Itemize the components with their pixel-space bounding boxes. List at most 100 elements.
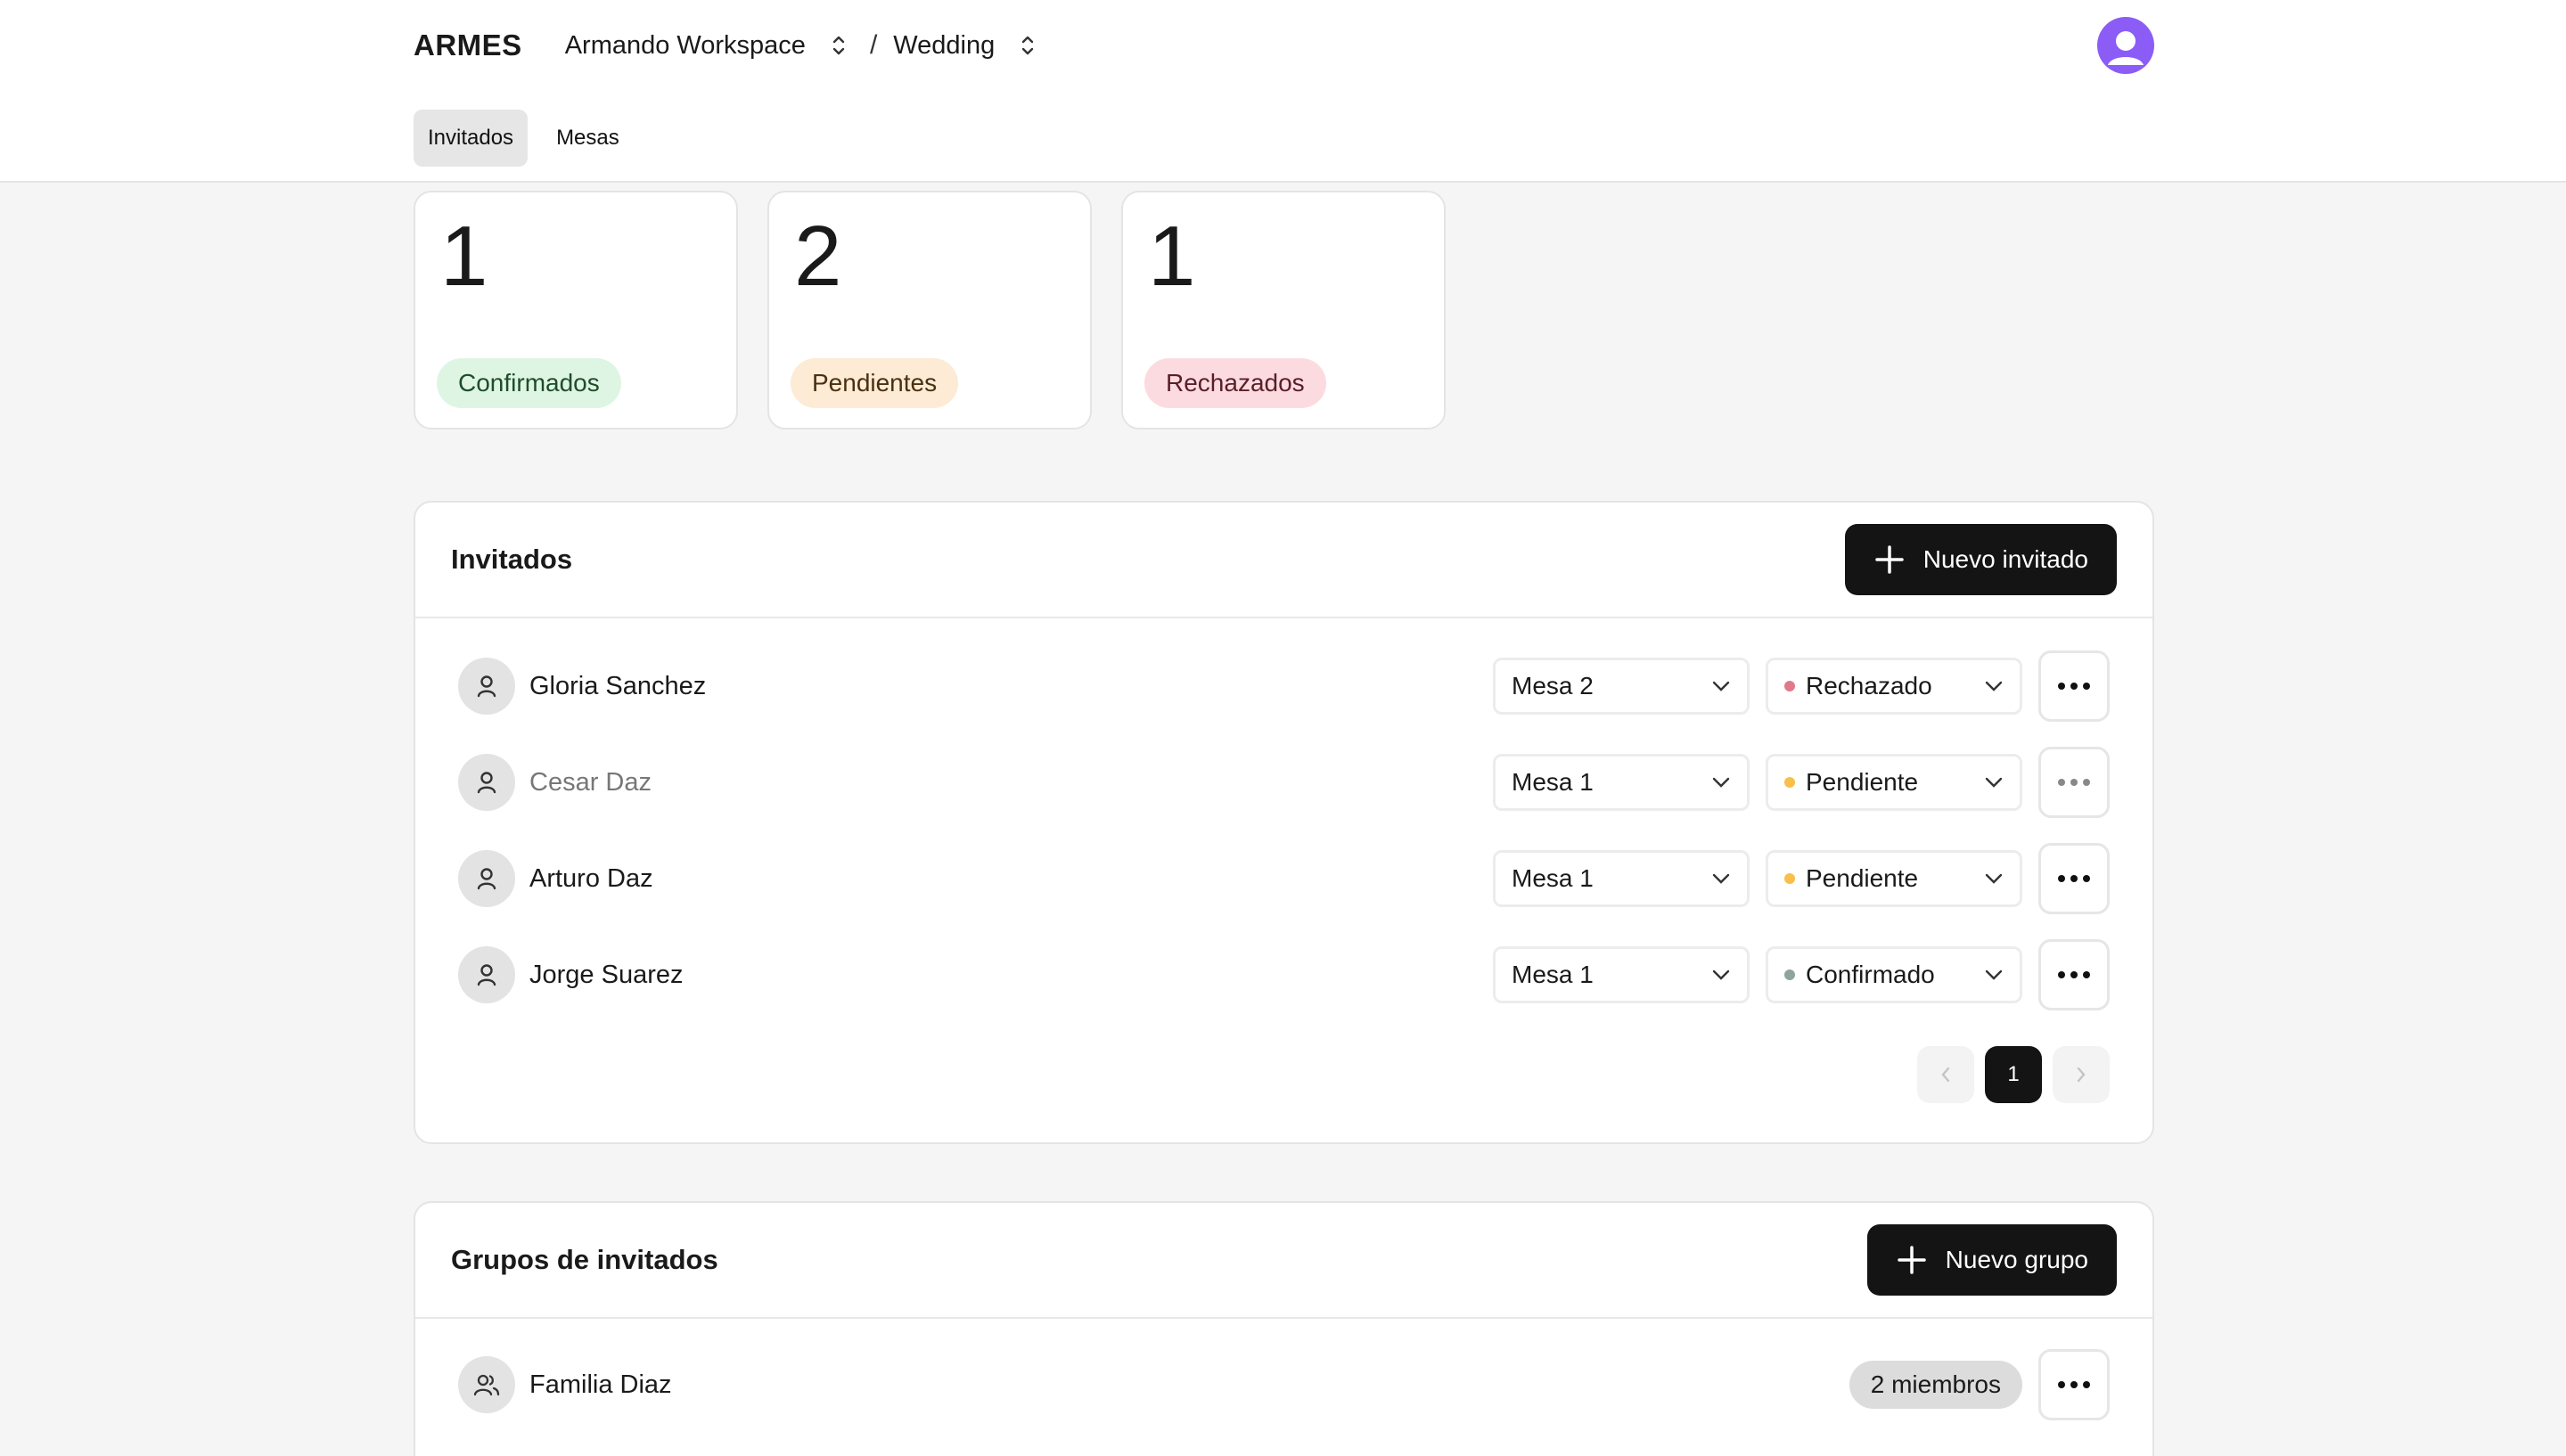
more-options-button[interactable]: [2038, 747, 2110, 818]
table-select[interactable]: Mesa 2: [1493, 658, 1750, 715]
status-select-value: Confirmado: [1806, 961, 1935, 988]
status-dot: [1784, 873, 1795, 884]
status-dot: [1784, 777, 1795, 788]
add-group-label: Nuevo grupo: [1945, 1246, 2088, 1273]
chevron-down-icon: [1712, 777, 1730, 788]
chevron-up-down-icon: [1014, 28, 1041, 63]
more-options-button[interactable]: [2038, 650, 2110, 722]
stat-card-pendientes: 2 Pendientes: [767, 191, 1092, 429]
plus-icon: [1897, 1246, 1926, 1274]
more-icon: [2058, 779, 2090, 786]
panel-title: Grupos de invitados: [451, 1244, 718, 1275]
chevron-down-icon: [1985, 681, 2003, 691]
guest-name: Cesar Daz: [529, 767, 652, 797]
chevron-down-icon: [1985, 777, 2003, 788]
add-guest-button[interactable]: Nuevo invitado: [1844, 524, 2117, 595]
user-icon: [2108, 31, 2144, 65]
status-badge: Pendientes: [791, 358, 959, 408]
breadcrumb-separator: /: [869, 30, 878, 60]
row-controls: Mesa 1 Confirmado: [1493, 939, 2110, 1010]
chevron-right-icon: [2077, 1067, 2086, 1083]
table-select[interactable]: Mesa 1: [1493, 754, 1750, 811]
panel-title: Invitados: [451, 544, 573, 575]
user-avatar[interactable]: [2097, 17, 2154, 74]
workspace-name: Armando Workspace: [564, 30, 806, 60]
list-item: Familia Diaz 2 miembros: [415, 1337, 2152, 1433]
table-select-value: Mesa 1: [1512, 961, 1594, 988]
table-select-value: Mesa 2: [1512, 672, 1594, 699]
groups-panel-header: Grupos de invitados Nuevo grupo: [415, 1203, 2152, 1319]
status-dot: [1784, 969, 1795, 980]
stat-card-rechazados: 1 Rechazados: [1121, 191, 1446, 429]
more-options-button[interactable]: [2038, 843, 2110, 914]
status-select[interactable]: Rechazado: [1766, 658, 2022, 715]
status-select[interactable]: Confirmado: [1766, 946, 2022, 1003]
pagination: 1: [1917, 1046, 2110, 1103]
main-tabs: Invitados Mesas: [414, 110, 634, 167]
guests-panel: Invitados Nuevo invitado Gloria Sanchez …: [414, 501, 2154, 1144]
chevron-down-icon: [1712, 681, 1730, 691]
row-controls: Mesa 1 Pendiente: [1493, 843, 2110, 914]
chevron-down-icon: [1985, 969, 2003, 980]
group-list: Familia Diaz 2 miembros: [415, 1319, 2152, 1433]
tab-mesas[interactable]: Mesas: [542, 110, 634, 167]
status-select-value: Pendiente: [1806, 864, 1919, 892]
table-row: Gloria Sanchez Mesa 2 Rechazado: [415, 638, 2152, 734]
table-select-value: Mesa 1: [1512, 768, 1594, 796]
next-page-button[interactable]: [2053, 1046, 2110, 1103]
person-icon: [458, 754, 515, 811]
person-icon: [458, 850, 515, 907]
status-dot: [1784, 681, 1795, 691]
person-icon: [458, 658, 515, 715]
tab-invitados[interactable]: Invitados: [414, 110, 529, 167]
table-row: Jorge Suarez Mesa 1 Confirmado: [415, 927, 2152, 1023]
project-switcher[interactable]: Wedding: [893, 28, 1041, 63]
table-row: Arturo Daz Mesa 1 Pendiente: [415, 830, 2152, 927]
users-group-icon: [458, 1356, 515, 1413]
prev-page-button[interactable]: [1917, 1046, 1974, 1103]
groups-panel: Grupos de invitados Nuevo grupo Familia …: [414, 1201, 2154, 1456]
top-bar: ARMES Armando Workspace / Wedding: [414, 17, 2154, 74]
add-group-button[interactable]: Nuevo grupo: [1866, 1224, 2117, 1296]
chevron-up-down-icon: [825, 28, 852, 63]
more-options-button[interactable]: [2038, 1349, 2110, 1420]
stats-row: 1 Confirmados 2 Pendientes 1 Rechazados: [414, 191, 1446, 429]
add-guest-label: Nuevo invitado: [1922, 545, 2088, 573]
table-row: Cesar Daz Mesa 1 Pendiente: [415, 734, 2152, 830]
person-icon: [458, 946, 515, 1003]
status-badge: Confirmados: [437, 358, 621, 408]
row-controls: 2 miembros: [1849, 1349, 2110, 1420]
chevron-down-icon: [1985, 873, 2003, 884]
more-icon: [2058, 683, 2090, 690]
chevron-down-icon: [1712, 873, 1730, 884]
more-icon: [2058, 875, 2090, 882]
stat-card-confirmados: 1 Confirmados: [414, 191, 738, 429]
page-number-button[interactable]: 1: [1985, 1046, 2042, 1103]
chevron-down-icon: [1712, 969, 1730, 980]
status-select-value: Pendiente: [1806, 768, 1919, 796]
stat-value: 1: [440, 209, 488, 304]
more-options-button[interactable]: [2038, 939, 2110, 1010]
plus-icon: [1875, 545, 1904, 574]
more-icon: [2058, 1381, 2090, 1388]
guests-panel-header: Invitados Nuevo invitado: [415, 503, 2152, 618]
workspace-switcher[interactable]: Armando Workspace: [565, 28, 852, 63]
guest-name: Arturo Daz: [529, 863, 653, 893]
stat-value: 2: [794, 209, 842, 304]
guest-name: Jorge Suarez: [529, 960, 684, 989]
table-select[interactable]: Mesa 1: [1493, 850, 1750, 907]
status-select[interactable]: Pendiente: [1766, 754, 2022, 811]
guest-name: Gloria Sanchez: [529, 671, 707, 700]
more-icon: [2058, 971, 2090, 978]
row-controls: Mesa 1 Pendiente: [1493, 747, 2110, 818]
group-name: Familia Diaz: [529, 1370, 672, 1399]
guest-list: Gloria Sanchez Mesa 2 Rechazado Cesar Da…: [415, 618, 2152, 1023]
status-select-value: Rechazado: [1806, 672, 1932, 699]
stat-value: 1: [1148, 209, 1196, 304]
row-controls: Mesa 2 Rechazado: [1493, 650, 2110, 722]
brand-logo[interactable]: ARMES: [414, 29, 522, 62]
status-select[interactable]: Pendiente: [1766, 850, 2022, 907]
project-name: Wedding: [893, 30, 996, 60]
table-select[interactable]: Mesa 1: [1493, 946, 1750, 1003]
status-badge: Rechazados: [1144, 358, 1326, 408]
